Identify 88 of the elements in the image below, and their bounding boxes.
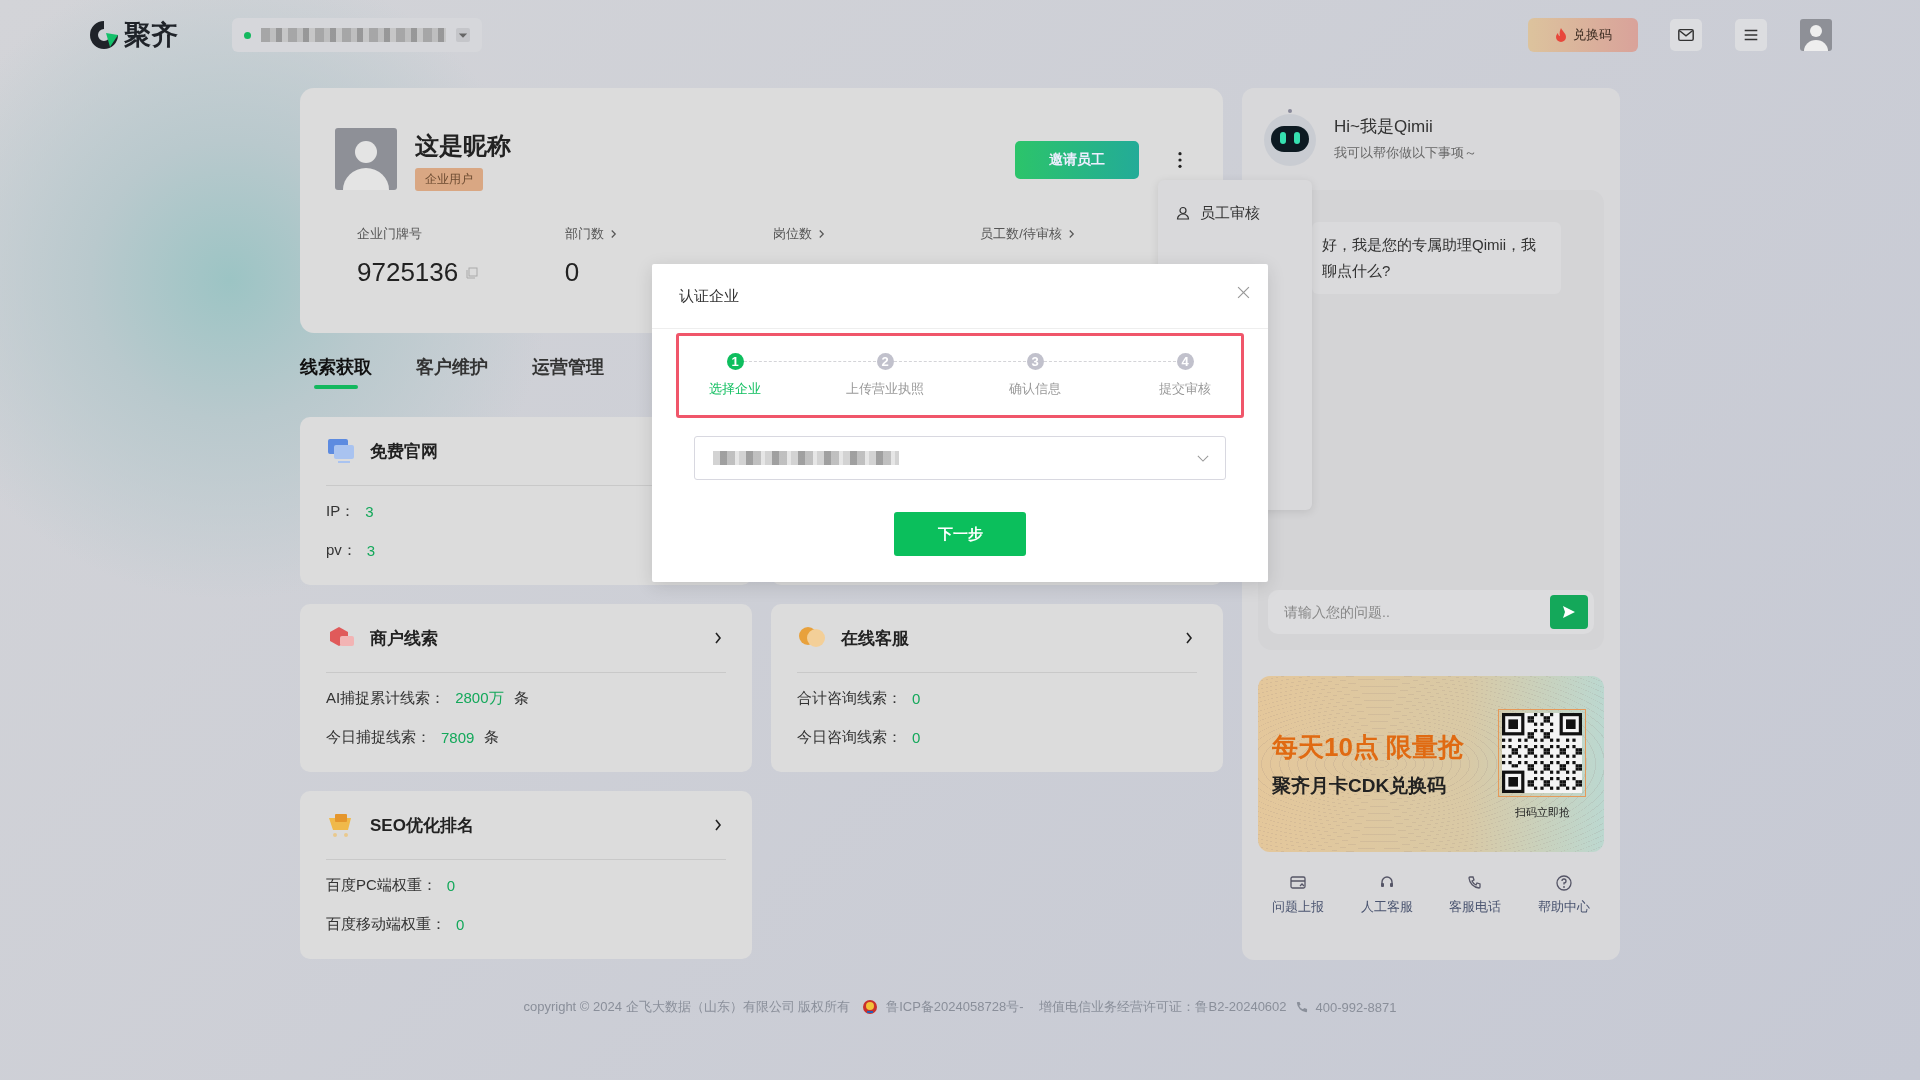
metric-value: 3 xyxy=(365,502,374,520)
step-label: 选择企业 xyxy=(709,380,761,398)
nickname: 这是昵称 xyxy=(415,131,511,161)
metric-label: pv： xyxy=(326,540,357,560)
help-icon xyxy=(1554,874,1573,892)
status-dot-icon xyxy=(244,31,251,39)
tab[interactable]: 线索获取 xyxy=(300,355,372,407)
assistant-subtitle: 我可以帮你做以下事项～ xyxy=(1334,143,1477,162)
emblem-icon xyxy=(862,999,879,1015)
flame-icon xyxy=(1554,28,1567,42)
phone-icon xyxy=(1294,1000,1308,1014)
menu-icon[interactable] xyxy=(1735,19,1767,51)
user-type-tag: 企业用户 xyxy=(415,168,483,191)
metric-value: 0 xyxy=(446,876,456,894)
metric-label: IP： xyxy=(326,501,356,521)
step-label: 提交审核 xyxy=(1159,380,1211,398)
logo-icon xyxy=(88,19,120,51)
more-icon[interactable] xyxy=(1177,151,1183,169)
question-field[interactable]: 请输入您的问题.. xyxy=(1268,590,1594,634)
tab[interactable]: 运营管理 xyxy=(532,355,604,407)
card-title: 在线客服 xyxy=(841,627,909,650)
person-icon xyxy=(1176,206,1190,220)
metric-value: 0 xyxy=(912,728,921,746)
metric-value: 0 xyxy=(456,915,465,933)
phone-number: 400-992-8871 xyxy=(1315,999,1397,1015)
step-number: 2 xyxy=(876,353,894,370)
metric-label: 今日捕捉线索： xyxy=(326,727,431,747)
shortcut-link[interactable]: 客服电话 xyxy=(1435,874,1516,916)
chevron-down-icon xyxy=(1197,454,1209,462)
question-input[interactable]: 请输入您的问题.. xyxy=(1282,603,1550,621)
step-number: 1 xyxy=(726,353,744,370)
monitor-icon xyxy=(326,437,356,465)
metric-label: AI捕捉累计线索： xyxy=(326,688,446,708)
chevron-right-icon xyxy=(1067,229,1075,239)
metric-value: 2800万 xyxy=(455,688,504,708)
shortcut-link[interactable]: 问题上报 xyxy=(1258,874,1338,916)
caret-icon xyxy=(456,28,470,42)
copyright-text: copyright © 2024 企飞大数据（山东）有限公司 版权所有 xyxy=(523,998,851,1016)
close-icon[interactable] xyxy=(1237,285,1250,299)
stat-value: 9725136 xyxy=(357,257,459,288)
stat-label: 企业门牌号 xyxy=(357,225,422,243)
menu-item[interactable]: 员工审核 xyxy=(1158,196,1312,230)
card-title: 商户线索 xyxy=(370,627,438,650)
metric-label: 合计咨询线索： xyxy=(797,688,902,708)
chevron-right-icon[interactable] xyxy=(714,632,722,644)
card-title: SEO优化排名 xyxy=(370,814,474,837)
stat-label[interactable]: 部门数 xyxy=(564,225,604,243)
chat-message: 好，我是您的专属助理Qimii，我 聊点什么? xyxy=(1312,222,1561,294)
step-number: 3 xyxy=(1026,353,1044,370)
metric-label: 百度PC端权重： xyxy=(326,875,437,895)
metric-unit: 条 xyxy=(484,727,500,747)
dialog-title: 认证企业 xyxy=(679,286,739,306)
metric-value: 3 xyxy=(366,541,376,559)
tab[interactable]: 客户维护 xyxy=(416,355,488,407)
stat-label[interactable]: 员工数/待审核 xyxy=(980,225,1062,243)
metric-unit: 条 xyxy=(513,688,529,708)
metric-label: 百度移动端权重： xyxy=(326,914,446,934)
send-icon xyxy=(1561,604,1577,620)
mail-icon[interactable] xyxy=(1670,19,1702,51)
shortcut-link[interactable]: 人工客服 xyxy=(1346,874,1427,916)
promo-banner[interactable]: 每天10点 限量抢 聚齐月卡CDK兑换码 扫码立即抢 xyxy=(1258,676,1604,852)
stat-label[interactable]: 岗位数 xyxy=(772,225,812,243)
qr-caption: 扫码立即抢 xyxy=(1514,804,1570,820)
chevron-right-icon xyxy=(609,229,617,239)
assistant-greeting: Hi~我是Qimii xyxy=(1334,115,1434,138)
metric-value: 0 xyxy=(912,689,921,707)
card-title: 免费官网 xyxy=(370,440,438,463)
metric-label: 今日咨询线索： xyxy=(797,727,902,747)
banner-headline: 每天10点 限量抢 xyxy=(1272,730,1466,764)
redeem-code-button[interactable]: 兑换码 xyxy=(1528,18,1638,52)
send-button[interactable] xyxy=(1550,595,1588,629)
banner-subline: 聚齐月卡CDK兑换码 xyxy=(1272,773,1448,798)
step-label: 确认信息 xyxy=(1009,380,1061,398)
chevron-right-icon[interactable] xyxy=(1185,632,1193,644)
company-select[interactable] xyxy=(694,436,1226,480)
avatar-icon[interactable] xyxy=(1800,19,1832,51)
step-number: 4 xyxy=(1176,353,1194,370)
card-upload-icon xyxy=(1289,874,1307,892)
step-label: 上传营业执照 xyxy=(846,380,924,398)
robot-icon xyxy=(1262,108,1318,168)
logo-text: 聚齐 xyxy=(124,19,178,52)
avatar-icon xyxy=(335,128,397,190)
shortcut-link[interactable]: 帮助中心 xyxy=(1523,874,1604,916)
chevron-right-icon xyxy=(817,229,825,239)
metric-value: 7809 xyxy=(441,728,475,746)
chevron-right-icon[interactable] xyxy=(714,819,722,831)
stat-value: 0 xyxy=(564,257,580,288)
license-text: 增值电信业务经营许可证：鲁B2-20240602 xyxy=(1039,998,1287,1016)
